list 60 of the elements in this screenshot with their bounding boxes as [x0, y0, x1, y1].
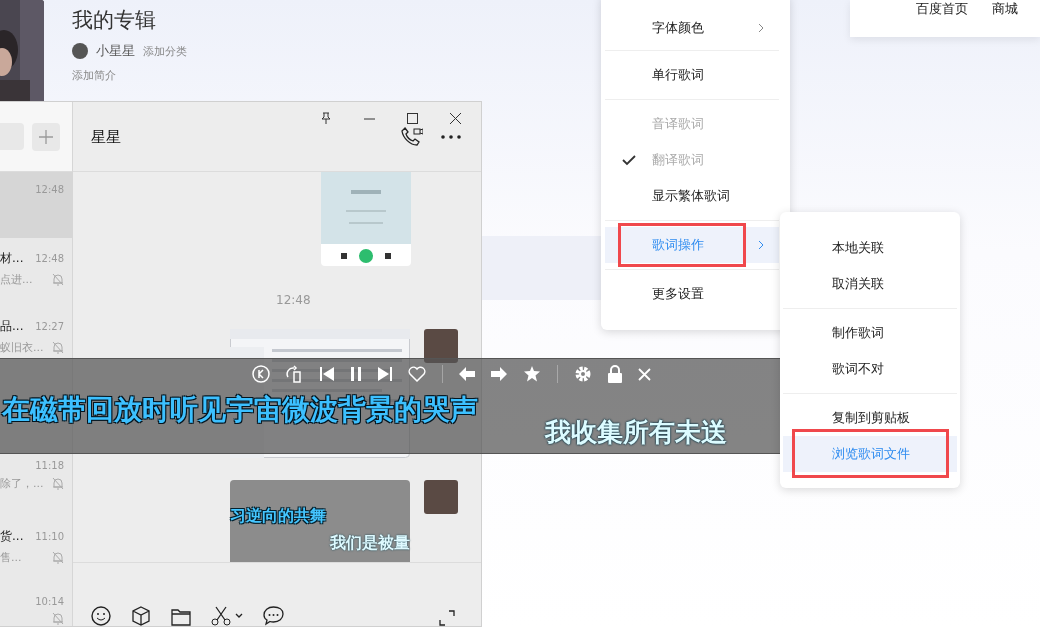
expand-icon[interactable]	[439, 610, 455, 626]
nav-link[interactable]: 百度首页	[916, 2, 968, 37]
conversation-time: 12:48	[35, 253, 64, 264]
conversation-time: 12:48	[35, 184, 64, 195]
menu-item[interactable]: 复制到剪贴板	[783, 400, 957, 436]
avatar-icon	[424, 480, 458, 514]
conversation-title: 货...	[0, 528, 24, 545]
next-icon[interactable]	[378, 366, 392, 382]
menu-item[interactable]: 取消关联	[783, 266, 957, 302]
scissors-icon[interactable]	[211, 606, 243, 626]
menu-item[interactable]: 单行歌词	[605, 57, 779, 93]
conversation-preview: 除了，...	[0, 476, 44, 491]
plus-icon	[39, 129, 53, 144]
conversation-time: 12:27	[35, 321, 64, 332]
pause-icon[interactable]	[350, 366, 362, 382]
album-title: 我的专辑	[72, 7, 157, 34]
conversation-preview: 售...	[0, 550, 22, 565]
conversation-item[interactable]: 货... 11:10 售...	[0, 528, 72, 568]
settings-icon[interactable]	[574, 365, 592, 383]
conversation-time: 10:14	[35, 596, 64, 607]
lyric-line: 在磁带回放时听见宇宙微波背景的哭声	[2, 392, 478, 428]
menu-item[interactable]: 字体颜色	[605, 11, 779, 44]
pin-star-icon[interactable]	[523, 365, 541, 383]
conversation-preview: 点进...	[0, 272, 33, 287]
conversation-preview: 蚁旧衣...	[0, 340, 44, 355]
conversation-time: 11:10	[35, 531, 64, 542]
conversation-item[interactable]: 材... 12:48 点进...	[0, 250, 72, 290]
close-icon[interactable]	[450, 112, 461, 124]
lyric-line: 我收集所有未送	[545, 416, 727, 449]
menu-item[interactable]: 本地关联	[783, 230, 957, 266]
lock-icon[interactable]	[608, 365, 622, 383]
conversation-item[interactable]: 品... 12:27 蚁旧衣...	[0, 318, 72, 358]
chat-title: 星星	[91, 127, 121, 147]
folder-icon[interactable]	[171, 608, 191, 626]
message-time: 12:48	[276, 293, 311, 307]
lyric-line: 习逆向的共舞	[230, 506, 326, 527]
nav-link[interactable]: 商城	[992, 2, 1018, 37]
arrow-right-icon[interactable]	[491, 367, 507, 381]
lyric-line: 我们是被量	[330, 533, 410, 554]
chat-bubble-icon[interactable]	[263, 606, 284, 626]
video-call-icon[interactable]	[401, 126, 423, 148]
k-logo-icon[interactable]	[252, 365, 270, 383]
menu-item[interactable]: 歌词不对	[783, 351, 957, 387]
conversation-time: 11:18	[35, 460, 64, 471]
loop-icon[interactable]	[286, 365, 304, 383]
maximize-icon[interactable]	[407, 112, 418, 124]
menu-item[interactable]: 制作歌词	[783, 315, 957, 351]
emoji-icon[interactable]	[91, 606, 111, 626]
pin-icon[interactable]	[320, 112, 332, 124]
owner-name[interactable]: 小星星	[96, 42, 135, 60]
avatar-icon	[72, 43, 88, 59]
cube-icon[interactable]	[131, 606, 151, 626]
arrow-left-icon[interactable]	[459, 367, 475, 381]
more-icon[interactable]	[441, 135, 461, 139]
conversation-title: 品...	[0, 318, 24, 335]
menu-item[interactable]: 更多设置	[605, 276, 779, 312]
menu-item[interactable]: 显示繁体歌词	[605, 178, 779, 214]
conversation-title: 材...	[0, 250, 24, 267]
previous-icon[interactable]	[320, 366, 334, 382]
heart-icon[interactable]	[408, 366, 426, 382]
